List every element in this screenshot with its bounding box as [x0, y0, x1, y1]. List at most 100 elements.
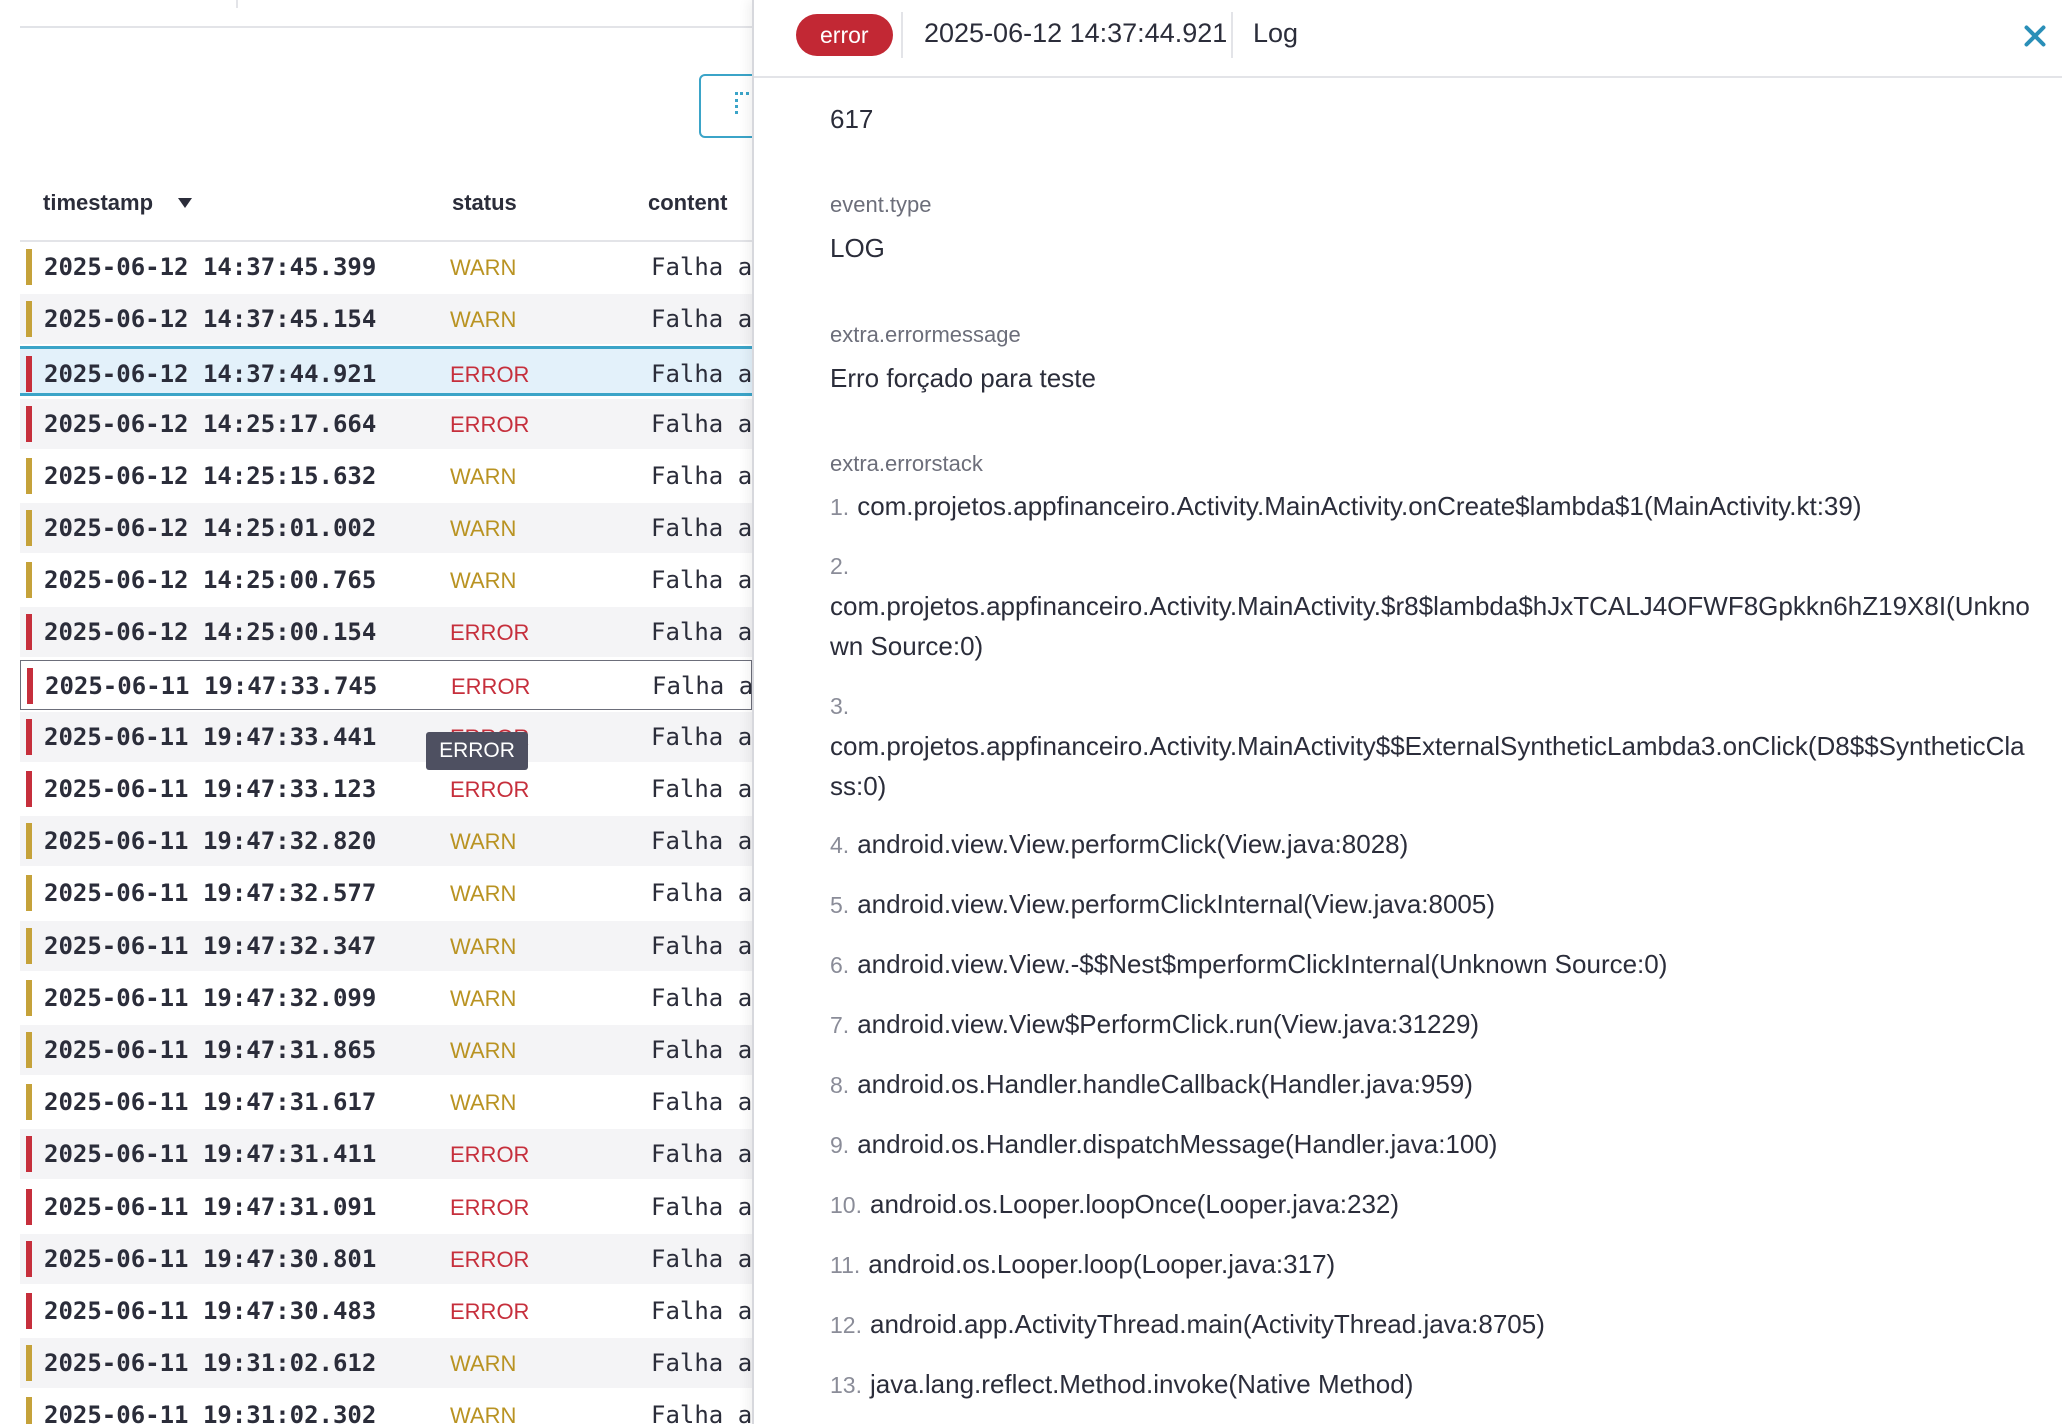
log-table-pane: timestamp status content 2025-06-12 14:3…: [0, 0, 752, 1424]
row-status: WARN: [450, 307, 517, 333]
detail-body: duration 617 event.type LOG extra.errorm…: [754, 78, 2062, 1424]
row-content: Falha a: [651, 253, 752, 281]
stack-frame-number: 2.: [830, 553, 850, 579]
field-value-event-type: LOG: [830, 233, 885, 263]
table-action-button[interactable]: [699, 74, 752, 138]
row-content: Falha a: [651, 722, 752, 751]
row-status: WARN: [450, 1403, 517, 1424]
row-timestamp: 2025-06-11 19:47:31.091: [44, 1192, 377, 1221]
detail-timestamp: 2025-06-12 14:37:44.921: [924, 18, 1228, 48]
table-row[interactable]: 2025-06-11 19:47:32.577 WARN Falha a: [20, 868, 752, 918]
stack-frame-number: 8.: [830, 1072, 850, 1098]
row-timestamp: 2025-06-12 14:25:17.664: [44, 409, 377, 438]
stack-frame: 9. android.os.Handler.dispatchMessage(Han…: [830, 1124, 2030, 1165]
row-status: ERROR: [450, 1142, 530, 1168]
table-row[interactable]: 2025-06-11 19:47:32.099 WARN Falha a: [20, 973, 752, 1023]
stack-frame: 1. com.projetos.appfinanceiro.Activity.Ma…: [830, 486, 2030, 527]
row-status: WARN: [450, 1090, 517, 1116]
row-content: Falha a: [651, 1088, 752, 1117]
log-viewer: timestamp status content 2025-06-12 14:3…: [0, 0, 2062, 1424]
sort-desc-icon[interactable]: [178, 198, 192, 208]
table-row[interactable]: 2025-06-11 19:47:32.347 WARN Falha a: [20, 920, 752, 971]
table-row[interactable]: 2025-06-11 19:47:33.123 ERROR Falha a: [20, 764, 752, 814]
row-status: WARN: [450, 829, 517, 855]
status-indicator: [26, 1240, 32, 1277]
table-row[interactable]: 2025-06-12 14:25:17.664 ERROR Falha a: [20, 398, 752, 449]
close-icon[interactable]: [2017, 18, 2053, 54]
stack-frame-text: android.view.View.-$$Nest$mperformClickI…: [857, 949, 1668, 979]
status-indicator: [26, 457, 32, 494]
expand-icon: [735, 92, 749, 114]
table-row[interactable]: 2025-06-11 19:47:32.820 WARN Falha a: [20, 816, 752, 867]
row-content: Falha a: [651, 983, 752, 1012]
column-header-content[interactable]: content: [648, 190, 727, 216]
row-content: Falha a: [651, 514, 752, 542]
table-row[interactable]: 2025-06-11 19:47:31.617 WARN Falha a: [20, 1077, 752, 1127]
row-status: WARN: [450, 568, 517, 594]
stack-frame-text: android.os.Handler.dispatchMessage(Handl…: [857, 1129, 1498, 1159]
row-status: WARN: [450, 463, 517, 489]
detail-kind: Log: [1253, 18, 1299, 48]
row-timestamp: 2025-06-12 14:37:45.399: [44, 253, 377, 281]
table-row[interactable]: 2025-06-12 14:37:45.399 WARN Falha a: [20, 242, 752, 292]
table-row[interactable]: 2025-06-11 19:31:02.302 WARN Falha a: [20, 1390, 752, 1424]
row-timestamp: 2025-06-11 19:47:31.411: [44, 1140, 377, 1169]
row-content: Falha a: [651, 305, 752, 334]
stack-frame-text: android.view.View.performClick(View.java…: [857, 829, 1409, 859]
row-timestamp: 2025-06-11 19:31:02.612: [44, 1349, 377, 1378]
status-indicator: [26, 927, 32, 964]
table-row[interactable]: 2025-06-11 19:47:30.483 ERROR Falha a: [20, 1286, 752, 1336]
row-status: WARN: [450, 255, 517, 280]
row-status: ERROR: [450, 411, 530, 437]
table-row[interactable]: 2025-06-12 14:25:01.002 WARN Falha a: [20, 503, 752, 553]
column-header-timestamp[interactable]: timestamp: [43, 190, 153, 216]
status-indicator: [26, 979, 32, 1016]
stack-frame: 12. android.app.ActivityThread.main(Activ…: [830, 1304, 2030, 1345]
row-content: Falha a: [651, 1192, 752, 1221]
status-indicator: [26, 823, 32, 860]
row-timestamp: 2025-06-11 19:47:30.801: [44, 1244, 377, 1273]
table-row[interactable]: 2025-06-12 14:25:15.632 WARN Falha a: [20, 451, 752, 501]
row-timestamp: 2025-06-12 14:25:01.002: [44, 514, 377, 542]
stack-frame-number: 5.: [830, 892, 850, 918]
field-label-errormessage: extra.errormessage: [830, 322, 1021, 347]
log-detail-panel: error 2025-06-12 14:37:44.921 Log durati…: [752, 0, 2062, 1424]
header-divider: [901, 12, 903, 58]
stack-frame-number: 9.: [830, 1132, 850, 1158]
row-status: WARN: [450, 1038, 517, 1063]
stack-frame-text: android.app.ActivityThread.main(Activity…: [869, 1309, 1545, 1339]
field-value-errormessage: Erro forçado para teste: [830, 363, 1096, 393]
status-indicator: [26, 614, 32, 651]
row-timestamp: 2025-06-11 19:47:31.617: [44, 1088, 377, 1117]
stack-frame-number: 12.: [830, 1312, 862, 1338]
status-indicator: [26, 1345, 32, 1382]
table-row[interactable]: 2025-06-12 14:37:45.154 WARN Falha a: [20, 294, 752, 345]
column-header-status[interactable]: status: [452, 190, 517, 216]
status-indicator: [26, 1084, 32, 1121]
errorstack-list: 1. com.projetos.appfinanceiro.Activity.Ma…: [830, 486, 2030, 1399]
row-status: WARN: [450, 933, 517, 959]
table-row[interactable]: 2025-06-12 14:25:00.154 ERROR Falha a: [20, 607, 752, 658]
status-tooltip: ERROR: [426, 732, 528, 770]
stack-frame: 10. android.os.Looper.loopOnce(Looper.jav…: [830, 1184, 2030, 1225]
table-row[interactable]: 2025-06-11 19:47:31.091 ERROR Falha a: [20, 1182, 752, 1232]
table-row[interactable]: 2025-06-11 19:47:33.441ERRORFalha a: [20, 711, 752, 762]
row-timestamp: 2025-06-12 14:25:00.154: [44, 618, 377, 647]
table-row[interactable]: 2025-06-11 19:47:31.411 ERROR Falha a: [20, 1129, 752, 1180]
row-status: ERROR: [450, 1299, 530, 1324]
status-indicator: [26, 1136, 32, 1173]
stack-frame-text: android.os.Looper.loopOnce(Looper.java:2…: [869, 1189, 1400, 1219]
status-indicator: [26, 771, 32, 807]
table-row[interactable]: 2025-06-11 19:47:33.745 ERROR Falha a: [20, 659, 752, 710]
stack-frame-number: 6.: [830, 952, 850, 978]
table-row[interactable]: 2025-06-11 19:47:30.801 ERROR Falha a: [20, 1233, 752, 1284]
stack-frame: 7. android.view.View$PerformClick.run(Vie…: [830, 1004, 2030, 1045]
stack-frame-number: 11.: [830, 1252, 861, 1278]
table-row[interactable]: 2025-06-12 14:25:00.765 WARN Falha a: [20, 555, 752, 605]
status-indicator: [26, 1397, 32, 1424]
table-row[interactable]: 2025-06-11 19:31:02.612 WARN Falha a: [20, 1338, 752, 1389]
row-timestamp: 2025-06-11 19:47:33.441: [44, 722, 377, 751]
table-row[interactable]: 2025-06-11 19:47:31.865 WARN Falha a: [20, 1025, 752, 1075]
row-timestamp: 2025-06-11 19:47:32.577: [44, 879, 377, 908]
table-row[interactable]: 2025-06-12 14:37:44.921 ERROR Falha a: [20, 346, 752, 397]
